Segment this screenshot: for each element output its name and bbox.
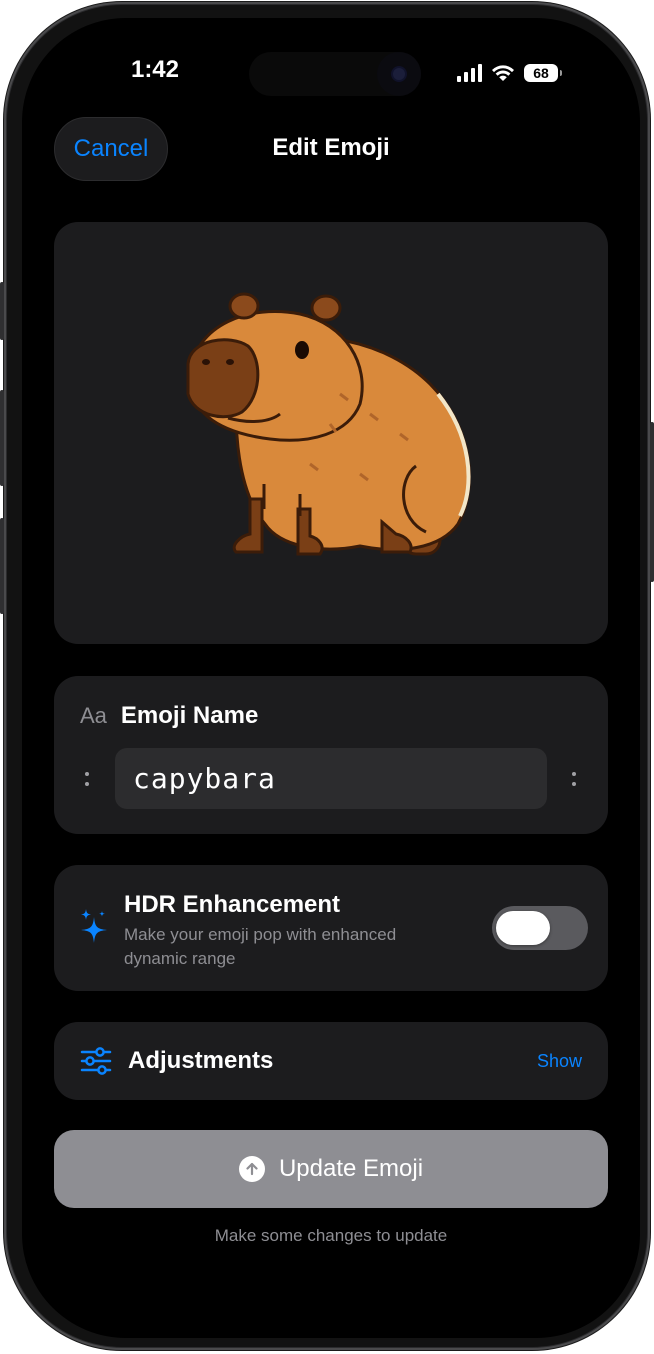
emoji-name-card: Aa Emoji Name [54,676,608,834]
page-title: Edit Emoji [272,134,390,161]
update-hint: Make some changes to update [214,1226,448,1245]
phone-frame: 1:42 68 Cancel Edit Emoji Aa Emoji Name … [0,2,654,1350]
status-time: 1:42 [130,56,180,83]
text-format-icon: Aa [80,703,107,728]
dynamic-island [249,52,421,96]
toggle-knob [496,911,550,945]
sparkles-icon [81,909,107,943]
hdr-toggle[interactable] [492,906,588,950]
show-adjustments-button[interactable]: Show [537,1051,582,1072]
hdr-enhancement-card: HDR Enhancement Make your emoji pop with… [54,865,608,991]
battery-level: 68 [533,65,549,81]
sliders-icon [80,1047,112,1075]
power-button [650,422,654,582]
front-camera [377,52,421,96]
arrow-up-circle-icon [238,1156,265,1182]
adjustments-card[interactable]: Adjustments Show [54,1022,608,1100]
cancel-button[interactable]: Cancel [54,117,168,181]
battery-icon: 68 [524,64,562,82]
status-indicators: 68 [457,61,562,85]
grip-left-icon[interactable] [84,768,90,790]
emoji-name-label: Emoji Name [120,702,259,729]
capybara-emoji-image [186,292,471,556]
wifi-icon [492,65,514,81]
update-emoji-label: Update Emoji [278,1155,424,1182]
emoji-preview-card [54,222,608,644]
emoji-name-header: Aa Emoji Name [80,702,258,730]
cellular-signal-icon [457,64,482,82]
grip-right-icon[interactable] [571,768,577,790]
action-button [0,282,4,340]
volume-up-button [0,390,4,486]
adjustments-title: Adjustments [128,1047,274,1074]
volume-down-button [0,518,4,614]
hdr-subtitle: Make your emoji pop with enhanced dynami… [124,925,397,968]
screen: 1:42 68 Cancel Edit Emoji Aa Emoji Name … [22,18,640,1338]
emoji-name-input[interactable] [115,748,547,809]
update-emoji-button[interactable]: Update Emoji [54,1130,608,1208]
hdr-title: HDR Enhancement [124,891,341,918]
